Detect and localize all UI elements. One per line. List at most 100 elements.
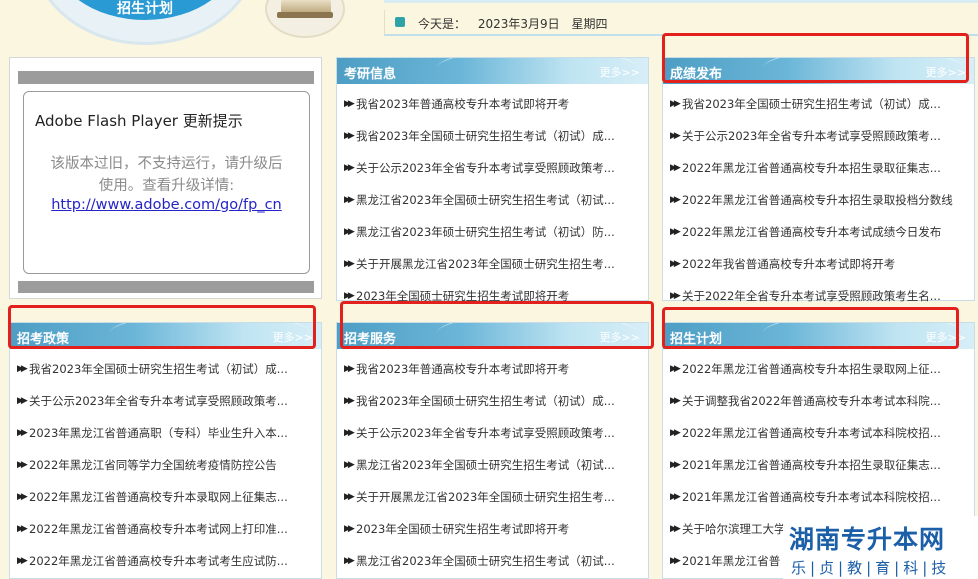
panel-header: 招考服务 更多>> <box>337 323 648 349</box>
flash-title: Adobe Flash Player 更新提示 <box>35 112 243 130</box>
double-arrow-icon: ▶▶ <box>344 524 355 534</box>
more-link[interactable]: 更多>> <box>273 329 313 345</box>
panel-chengji: 成绩发布 更多>> ▶▶ 我省2023年全国硕士研究生招生考试（初试）成... ▶… <box>662 57 975 303</box>
news-item[interactable]: ▶▶ 2022年黑龙江省普通高校专升本招生录取网上征... <box>663 353 974 385</box>
news-item[interactable]: ▶▶ 关于公示2023年全省专升本考试享受照顾政策考... <box>663 120 974 152</box>
more-link[interactable]: 更多>> <box>926 329 966 345</box>
watermark: 湖南专升本网 乐|贞|教|育|科|技 <box>783 516 978 579</box>
news-item[interactable]: ▶▶ 2023年全国硕士研究生招生考试即将开考 <box>337 513 648 545</box>
panel-title[interactable]: 招生计划 <box>670 328 722 347</box>
news-item[interactable]: ▶▶ 2022年黑龙江省普通高校专升本考试本科院校招... <box>663 417 974 449</box>
double-arrow-icon: ▶▶ <box>344 364 355 374</box>
flash-message-line2: 使用。查看升级详情: <box>98 178 235 194</box>
flash-bar-bottom <box>18 281 314 293</box>
double-arrow-icon: ▶▶ <box>670 428 681 438</box>
double-arrow-icon: ▶▶ <box>670 396 681 406</box>
news-item[interactable]: ▶▶ 2023年全国硕士研究生招生考试即将开考 <box>337 280 648 312</box>
books-illustration <box>265 0 345 38</box>
flash-update-link[interactable]: http://www.adobe.com/go/fp_cn <box>24 197 309 213</box>
double-arrow-icon: ▶▶ <box>670 99 681 109</box>
news-item[interactable]: ▶▶ 关于公示2023年全省专升本考试享受照顾政策考... <box>337 152 648 184</box>
panel-title[interactable]: 成绩发布 <box>670 63 722 82</box>
double-arrow-icon: ▶▶ <box>17 396 28 406</box>
news-item[interactable]: ▶▶ 2022年我省普通高校专升本考试即将开考 <box>663 248 974 280</box>
news-item[interactable]: ▶▶ 2022年黑龙江省普通高校专升本招生录取投档分数线 <box>663 184 974 216</box>
flash-bar-top <box>18 71 314 84</box>
news-item[interactable]: ▶▶ 黑龙江省2023年硕士研究生招生考试（初试）防... <box>337 216 648 248</box>
news-item[interactable]: ▶▶ 关于2022年全省专升本考试享受照顾政策考生名... <box>663 280 974 312</box>
flash-message-line1: 该版本过旧，不支持运行，请升级后 <box>50 156 283 172</box>
news-item[interactable]: ▶▶ 2022年黑龙江省同等学力全国统考疫情防控公告 <box>10 449 321 481</box>
panel-header: 招生计划 更多>> <box>663 323 974 349</box>
news-list: ▶▶ 我省2023年全国硕士研究生招生考试（初试）成... ▶▶ 关于公示2023年… <box>663 84 974 312</box>
news-item[interactable]: ▶▶ 黑龙江省2023年全国硕士研究生招生考试（初试... <box>337 184 648 216</box>
date-bar: 今天是： 2023年3月9日 星期四 <box>384 10 978 36</box>
double-arrow-icon: ▶▶ <box>344 99 355 109</box>
panel-title[interactable]: 招考政策 <box>17 328 69 347</box>
date-value: 2023年3月9日 <box>477 17 560 31</box>
news-item[interactable]: ▶▶ 2022年黑龙江省普通高校专升本录取网上征集志... <box>10 481 321 513</box>
double-arrow-icon: ▶▶ <box>670 556 681 566</box>
double-arrow-icon: ▶▶ <box>344 259 355 269</box>
news-item[interactable]: ▶▶ 2021年黑龙江省普通高校专升本招生录取征集志... <box>663 449 974 481</box>
top-rule <box>384 0 978 3</box>
double-arrow-icon: ▶▶ <box>344 195 355 205</box>
panel-kaoyan: 考研信息 更多>> ▶▶ 我省2023年普通高校专升本考试即将开考 ▶▶ 我省202… <box>336 57 649 303</box>
double-arrow-icon: ▶▶ <box>344 460 355 470</box>
news-item[interactable]: ▶▶ 我省2023年全国硕士研究生招生考试（初试）成... <box>337 385 648 417</box>
double-arrow-icon: ▶▶ <box>344 163 355 173</box>
news-item[interactable]: ▶▶ 2023年黑龙江省普通高职（专科）毕业生升入本... <box>10 417 321 449</box>
news-item[interactable]: ▶▶ 关于开展黑龙江省2023年全国硕士研究生招生考... <box>337 481 648 513</box>
double-arrow-icon: ▶▶ <box>670 259 681 269</box>
watermark-title: 湖南专升本网 <box>789 525 946 554</box>
double-arrow-icon: ▶▶ <box>17 556 28 566</box>
double-arrow-icon: ▶▶ <box>670 364 681 374</box>
panel-fuwu: 招考服务 更多>> ▶▶ 我省2023年普通高校专升本考试即将开考 ▶▶ 我省202… <box>336 322 649 579</box>
news-item[interactable]: ▶▶ 关于公示2023年全省专升本考试享受照顾政策考... <box>337 417 648 449</box>
double-arrow-icon: ▶▶ <box>17 364 28 374</box>
panel-header: 考研信息 更多>> <box>337 58 648 84</box>
more-link[interactable]: 更多>> <box>926 64 966 80</box>
news-item[interactable]: ▶▶ 关于调整我省2022年普通高校专升本考试本科院... <box>663 385 974 417</box>
more-link[interactable]: 更多>> <box>600 329 640 345</box>
news-item[interactable]: ▶▶ 关于公示2023年全省专升本考试享受照顾政策考... <box>10 385 321 417</box>
panel-zhengce: 招考政策 更多>> ▶▶ 我省2023年全国硕士研究生招生考试（初试）成... ▶… <box>9 322 322 579</box>
news-item[interactable]: ▶▶ 我省2023年全国硕士研究生招生考试（初试）成... <box>10 353 321 385</box>
news-item[interactable]: ▶▶ 2022年黑龙江省普通高校专升本考试网上打印准... <box>10 513 321 545</box>
more-link[interactable]: 更多>> <box>600 64 640 80</box>
news-item[interactable]: ▶▶ 我省2023年普通高校专升本考试即将开考 <box>337 353 648 385</box>
news-item[interactable]: ▶▶ 黑龙江省2023年全国硕士研究生招生考试（初试... <box>337 545 648 577</box>
news-item[interactable]: ▶▶ 我省2023年普通高校专升本考试即将开考 <box>337 88 648 120</box>
double-arrow-icon: ▶▶ <box>670 524 681 534</box>
news-item[interactable]: ▶▶ 黑龙江省2023年全国硕士研究生招生考试（初试... <box>337 449 648 481</box>
panel-header: 成绩发布 更多>> <box>663 58 974 84</box>
news-item[interactable]: ▶▶ 我省2023年全国硕士研究生招生考试（初试）成... <box>337 120 648 152</box>
double-arrow-icon: ▶▶ <box>670 227 681 237</box>
panel-title[interactable]: 招考服务 <box>344 328 396 347</box>
double-arrow-icon: ▶▶ <box>344 492 355 502</box>
double-arrow-icon: ▶▶ <box>17 492 28 502</box>
double-arrow-icon: ▶▶ <box>344 428 355 438</box>
double-arrow-icon: ▶▶ <box>344 396 355 406</box>
double-arrow-icon: ▶▶ <box>670 163 681 173</box>
book-base-icon <box>277 12 333 18</box>
double-arrow-icon: ▶▶ <box>17 428 28 438</box>
double-arrow-icon: ▶▶ <box>344 291 355 301</box>
news-list: ▶▶ 我省2023年普通高校专升本考试即将开考 ▶▶ 我省2023年全国硕士研究生招… <box>337 349 648 577</box>
double-arrow-icon: ▶▶ <box>17 524 28 534</box>
double-arrow-icon: ▶▶ <box>344 131 355 141</box>
header-circle-label[interactable]: 招生计划 <box>117 0 173 18</box>
double-arrow-icon: ▶▶ <box>670 131 681 141</box>
news-item[interactable]: ▶▶ 关于开展黑龙江省2023年全国硕士研究生招生考... <box>337 248 648 280</box>
news-item[interactable]: ▶▶ 2021年黑龙江省普通高校专升本考试本科院校招... <box>663 481 974 513</box>
panel-title[interactable]: 考研信息 <box>344 63 396 82</box>
news-item[interactable]: ▶▶ 2022年黑龙江省普通高校专升本考试成绩今日发布 <box>663 216 974 248</box>
news-item[interactable]: ▶▶ 我省2023年全国硕士研究生招生考试（初试）成... <box>663 88 974 120</box>
weekday: 星期四 <box>571 17 608 31</box>
double-arrow-icon: ▶▶ <box>670 460 681 470</box>
double-arrow-icon: ▶▶ <box>344 227 355 237</box>
news-list: ▶▶ 我省2023年全国硕士研究生招生考试（初试）成... ▶▶ 关于公示2023年… <box>10 349 321 577</box>
news-item[interactable]: ▶▶ 2022年黑龙江省普通高校专升本招生录取征集志... <box>663 152 974 184</box>
panel-header: 招考政策 更多>> <box>10 323 321 349</box>
news-item[interactable]: ▶▶ 2022年黑龙江省普通高校专升本考试考生应试防... <box>10 545 321 577</box>
